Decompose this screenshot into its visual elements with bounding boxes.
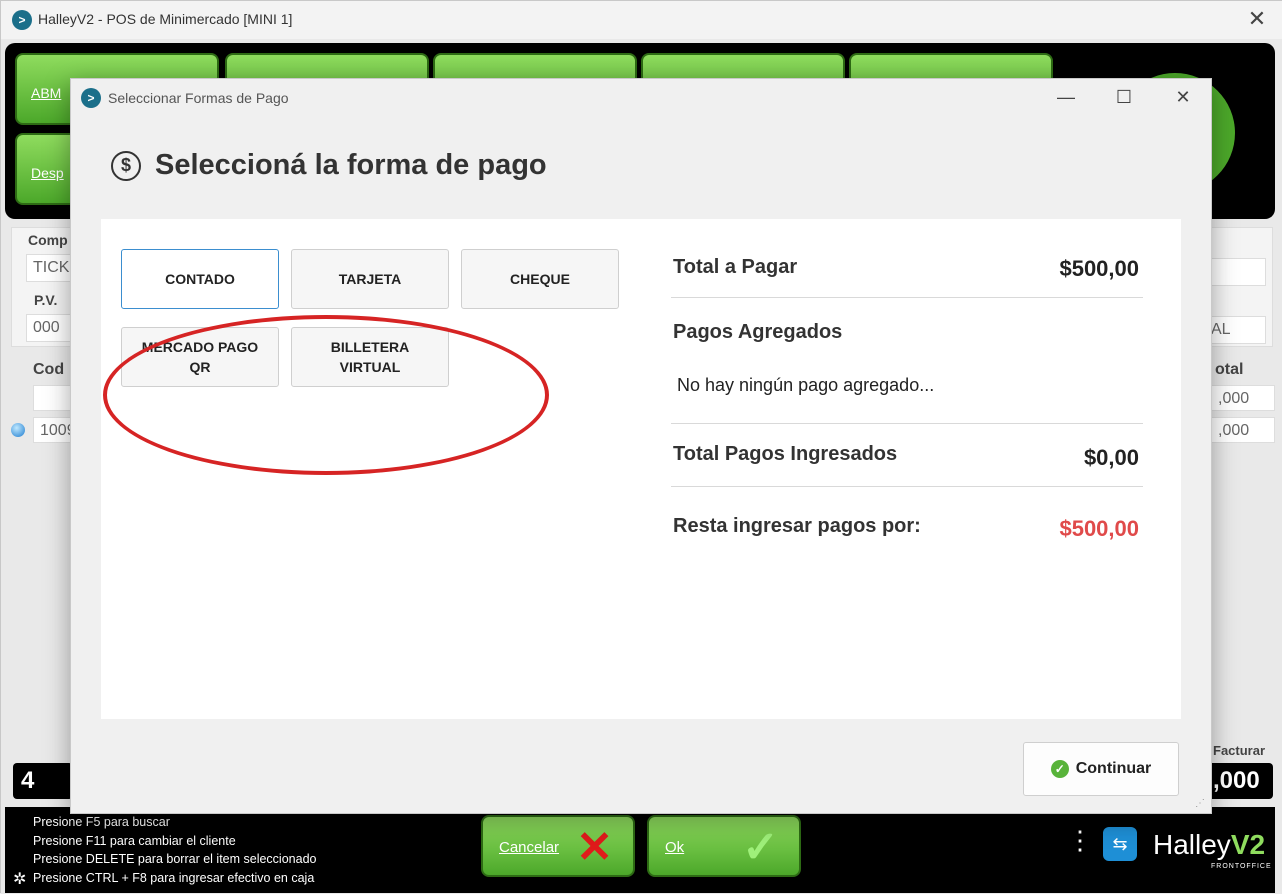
payment-dialog: > Seleccionar Formas de Pago — ☐ ✕ $ Sel… [70, 78, 1212, 814]
pv-label: P.V. [34, 292, 58, 308]
table-row[interactable]: 1009 [33, 417, 76, 443]
teamviewer-icon[interactable]: ⇆ [1103, 827, 1137, 861]
check-circle-icon: ✓ [1050, 760, 1069, 778]
brand-name: HalleyV2 [1153, 829, 1265, 861]
dollar-icon: $ [111, 150, 141, 181]
keyboard-hints: Presione F5 para buscar Presione F11 par… [33, 813, 316, 887]
entered-label: Total Pagos Ingresados [673, 443, 898, 465]
cancel-button[interactable]: Cancelar ✕ [481, 815, 635, 877]
payment-cheque-button[interactable]: CHEQUE [461, 249, 619, 309]
app-logo-icon: > [12, 10, 32, 30]
right-field-top[interactable] [1204, 258, 1266, 286]
payment-contado-button[interactable]: CONTADO [121, 249, 279, 309]
remaining-label: Resta ingresar pagos por: [673, 515, 921, 537]
ok-button[interactable]: Ok ✓ [647, 815, 801, 877]
remaining-value: $500,00 [1059, 516, 1139, 541]
gear-icon[interactable]: ✲ [13, 869, 26, 889]
dialog-heading: $ Seleccioná la forma de pago [111, 149, 547, 182]
left-total-display: 4 [13, 763, 73, 799]
row-indicator-icon [11, 423, 25, 437]
total-value: $500,00 [1059, 256, 1139, 281]
hint-line: Presione F5 para buscar [33, 815, 170, 829]
checkmark-icon: ✓ [742, 823, 779, 872]
filter-field[interactable] [33, 385, 73, 411]
facturar-label: Facturar [1213, 743, 1266, 758]
right-field[interactable]: AL [1204, 316, 1266, 344]
hint-line: Presione CTRL + F8 para ingresar efectiv… [33, 870, 315, 885]
entered-value: $0,00 [1083, 445, 1139, 470]
ok-label: Ok [665, 839, 685, 856]
dialog-close-icon[interactable]: ✕ [1168, 85, 1198, 109]
bottom-bar: Presione F5 para buscar Presione F11 par… [5, 807, 1275, 893]
heading-text: Seleccioná la forma de pago [155, 149, 547, 181]
brand-subtitle: FRONTOFFICE [1211, 863, 1272, 870]
cod-header: Cod [33, 361, 65, 378]
dialog-title: Seleccionar Formas de Pago [108, 90, 289, 106]
dialog-title-bar: > Seleccionar Formas de Pago — ☐ ✕ [71, 79, 1211, 117]
x-icon: ✕ [576, 823, 613, 872]
desp-label: Desp [31, 165, 64, 181]
hint-line: Presione DELETE para borrar el item sele… [33, 852, 317, 867]
hint-line: Presione F11 para cambiar el cliente [33, 833, 236, 848]
facturar-value: ,000 [1205, 763, 1273, 799]
continue-button[interactable]: ✓ Continuar [1023, 742, 1179, 796]
divider [671, 423, 1143, 424]
payment-tarjeta-button[interactable]: TARJETA [291, 249, 449, 309]
close-icon[interactable]: ✕ [1245, 8, 1269, 30]
cancel-label: Cancelar [499, 839, 560, 856]
empty-payments-text: No hay ningún pago agregado... [677, 375, 935, 395]
minimize-icon[interactable]: — [1051, 85, 1081, 109]
dialog-logo-icon: > [81, 88, 101, 108]
total-field-1: ,000 [1211, 385, 1275, 411]
maximize-icon[interactable]: ☐ [1109, 85, 1139, 109]
main-window: > HalleyV2 - POS de Minimercado [MINI 1]… [0, 0, 1282, 894]
continue-label: Continuar [1075, 760, 1152, 777]
divider [671, 297, 1143, 298]
total-label: Total a Pagar [673, 256, 798, 278]
added-label: Pagos Agregados [673, 321, 843, 343]
more-options-icon[interactable]: ⋮ [1067, 827, 1093, 853]
comp-label: Comp [28, 232, 68, 248]
annotation-circle [103, 315, 549, 475]
window-title: HalleyV2 - POS de Minimercado [MINI 1] [38, 11, 293, 27]
payment-panel: CONTADO TARJETA CHEQUE MERCADO PAGO QR B… [101, 219, 1181, 719]
abm-label: ABM [31, 85, 62, 101]
resize-grip-icon[interactable]: ⋰ [1195, 798, 1205, 809]
brand-name-text: Halley [1153, 829, 1231, 860]
brand-version: V2 [1230, 829, 1266, 860]
title-bar: > HalleyV2 - POS de Minimercado [MINI 1]… [1, 1, 1282, 39]
divider [671, 486, 1143, 487]
total-header: otal [1215, 361, 1244, 378]
total-field-2: ,000 [1211, 417, 1275, 443]
